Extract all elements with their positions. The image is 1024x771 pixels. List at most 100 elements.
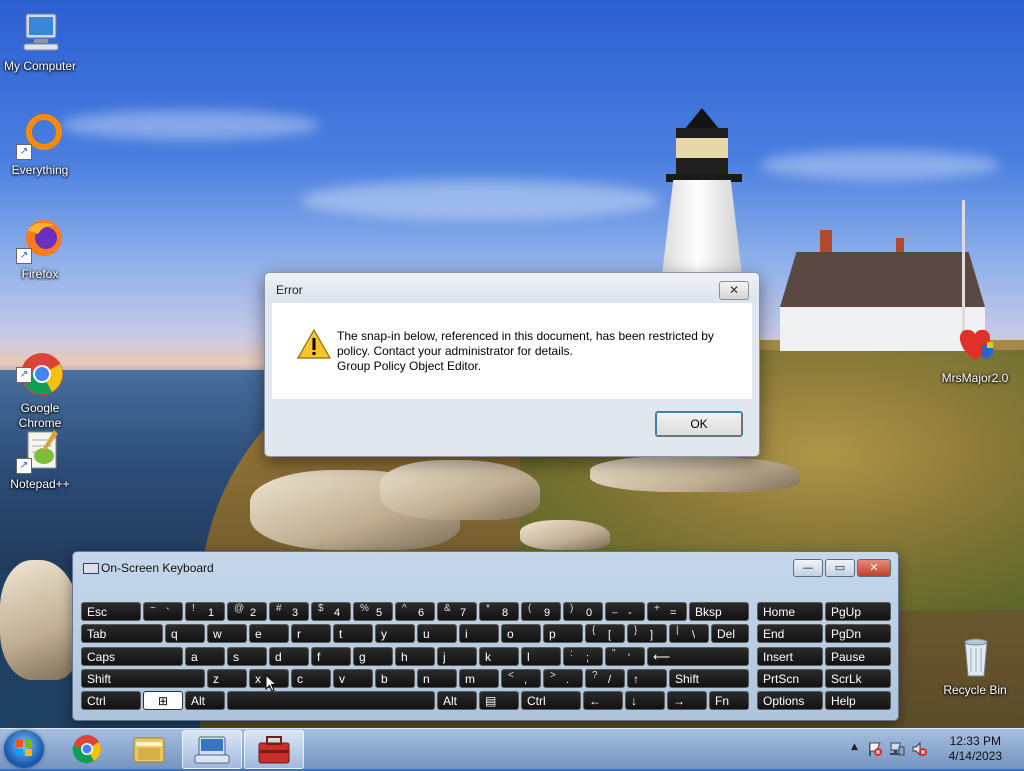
osk-key[interactable]: >. (543, 669, 583, 688)
osk-key[interactable]: _ - (605, 602, 645, 621)
osk-key[interactable]: → (667, 691, 707, 710)
osk-key[interactable]: % 5 (353, 602, 393, 621)
osk-nav-key[interactable]: Home (757, 602, 823, 621)
osk-key[interactable]: ? / (585, 669, 625, 688)
osk-key[interactable]: @2 (227, 602, 267, 621)
osk-key[interactable]: z (207, 669, 247, 688)
osk-key[interactable]: j (437, 647, 477, 666)
osk-key[interactable]: Caps (81, 647, 183, 666)
osk-key[interactable]: {[ (585, 624, 625, 643)
osk-nav-key[interactable]: PgUp (825, 602, 891, 621)
clock[interactable]: 12:33 PM 4/14/2023 (949, 734, 1002, 764)
osk-nav-key[interactable]: Insert (757, 647, 823, 666)
osk-key[interactable]: q (165, 624, 205, 643)
desktop-icon-my-computer[interactable]: My Computer (0, 8, 80, 74)
osk-key[interactable]: y (375, 624, 415, 643)
osk-nav-key[interactable]: PrtScn (757, 669, 823, 688)
osk-key[interactable] (227, 691, 435, 710)
osk-key[interactable]: }] (627, 624, 667, 643)
dialog-titlebar[interactable]: Error ✕ (265, 273, 759, 303)
osk-key[interactable]: ^ 6 (395, 602, 435, 621)
osk-key[interactable]: l (521, 647, 561, 666)
osk-key[interactable]: ⊞ (143, 691, 183, 710)
osk-key[interactable]: c (291, 669, 331, 688)
osk-key[interactable]: Esc (81, 602, 141, 621)
osk-key[interactable]: ← (583, 691, 623, 710)
desktop-icon-notepadpp[interactable]: ↗ Notepad++ (0, 426, 80, 492)
desktop-icon-firefox[interactable]: ↗ Firefox (0, 216, 80, 282)
osk-key[interactable]: v (333, 669, 373, 688)
osk-key[interactable]: s (227, 647, 267, 666)
osk-key[interactable]: :; (563, 647, 603, 666)
taskbar-button-toolbox[interactable] (244, 730, 304, 769)
osk-restore-button[interactable]: ▭ (825, 559, 855, 577)
osk-key[interactable]: " ' (605, 647, 645, 666)
osk-key[interactable]: ~ ` (143, 602, 183, 621)
osk-key[interactable]: #3 (269, 602, 309, 621)
desktop-icon-recycle-bin[interactable]: Recycle Bin (935, 632, 1015, 698)
osk-key[interactable]: w (207, 624, 247, 643)
osk-key[interactable]: * 8 (479, 602, 519, 621)
osk-key[interactable]: ↑ (627, 669, 667, 688)
osk-key[interactable]: Shift (669, 669, 749, 688)
osk-key[interactable]: e (249, 624, 289, 643)
taskbar-button-on-screen-keyboard[interactable] (182, 730, 242, 769)
osk-key-label: u (423, 627, 430, 641)
osk-key[interactable]: r (291, 624, 331, 643)
osk-key[interactable]: i (459, 624, 499, 643)
osk-key[interactable]: Fn (709, 691, 749, 710)
taskbar-button-file-explorer[interactable] (120, 730, 178, 767)
network-icon[interactable] (889, 741, 905, 757)
osk-nav-key[interactable]: Options (757, 691, 823, 710)
osk-nav-key[interactable]: Pause (825, 647, 891, 666)
osk-key[interactable]: Tab (81, 624, 163, 643)
osk-key[interactable]: & 7 (437, 602, 477, 621)
osk-key-label: g (359, 650, 366, 664)
osk-key[interactable]: $4 (311, 602, 351, 621)
osk-key[interactable]: <, (501, 669, 541, 688)
osk-key[interactable]: ⟵ (647, 647, 749, 666)
osk-key[interactable]: + = (647, 602, 687, 621)
volume-muted-icon[interactable] (911, 741, 927, 757)
desktop-icon-everything[interactable]: ↗ Everything (0, 112, 80, 178)
show-hidden-icons-button[interactable]: ▲ (851, 742, 858, 752)
osk-key[interactable]: ) 0 (563, 602, 603, 621)
osk-key[interactable]: Bksp (689, 602, 749, 621)
osk-nav-key[interactable]: End (757, 624, 823, 643)
osk-nav-key[interactable]: PgDn (825, 624, 891, 643)
osk-key[interactable]: (9 (521, 602, 561, 621)
osk-key[interactable]: u (417, 624, 457, 643)
osk-close-button[interactable]: ✕ (857, 559, 891, 577)
dialog-close-button[interactable]: ✕ (719, 281, 749, 300)
osk-key[interactable]: Alt (437, 691, 477, 710)
osk-key[interactable]: o (501, 624, 541, 643)
ok-button[interactable]: OK (655, 411, 743, 437)
osk-nav-key[interactable]: ScrLk (825, 669, 891, 688)
osk-nav-key[interactable]: Help (825, 691, 891, 710)
osk-key[interactable]: k (479, 647, 519, 666)
osk-key[interactable]: d (269, 647, 309, 666)
osk-key[interactable]: m (459, 669, 499, 688)
osk-key[interactable]: a (185, 647, 225, 666)
desktop-icon-mrsmajor[interactable]: MrsMajor2.0 (935, 320, 1015, 386)
start-button[interactable] (4, 730, 44, 768)
osk-key[interactable]: n (417, 669, 457, 688)
osk-key[interactable]: g (353, 647, 393, 666)
osk-key[interactable]: Del (711, 624, 749, 643)
osk-key[interactable]: ▤ (479, 691, 519, 710)
osk-key[interactable]: Alt (185, 691, 225, 710)
osk-key[interactable]: p (543, 624, 583, 643)
action-center-flag-icon[interactable] (867, 741, 883, 757)
osk-key[interactable]: f (311, 647, 351, 666)
osk-key[interactable]: ↓ (625, 691, 665, 710)
osk-key[interactable]: Ctrl (81, 691, 141, 710)
osk-minimize-button[interactable]: — (793, 559, 823, 577)
osk-key[interactable]: b (375, 669, 415, 688)
osk-key[interactable]: Ctrl (521, 691, 581, 710)
osk-key[interactable]: ! 1 (185, 602, 225, 621)
osk-key[interactable]: h (395, 647, 435, 666)
osk-key[interactable]: Shift (81, 669, 205, 688)
taskbar-button-chrome[interactable] (58, 730, 116, 767)
osk-key[interactable]: | \ (669, 624, 709, 643)
osk-key[interactable]: t (333, 624, 373, 643)
